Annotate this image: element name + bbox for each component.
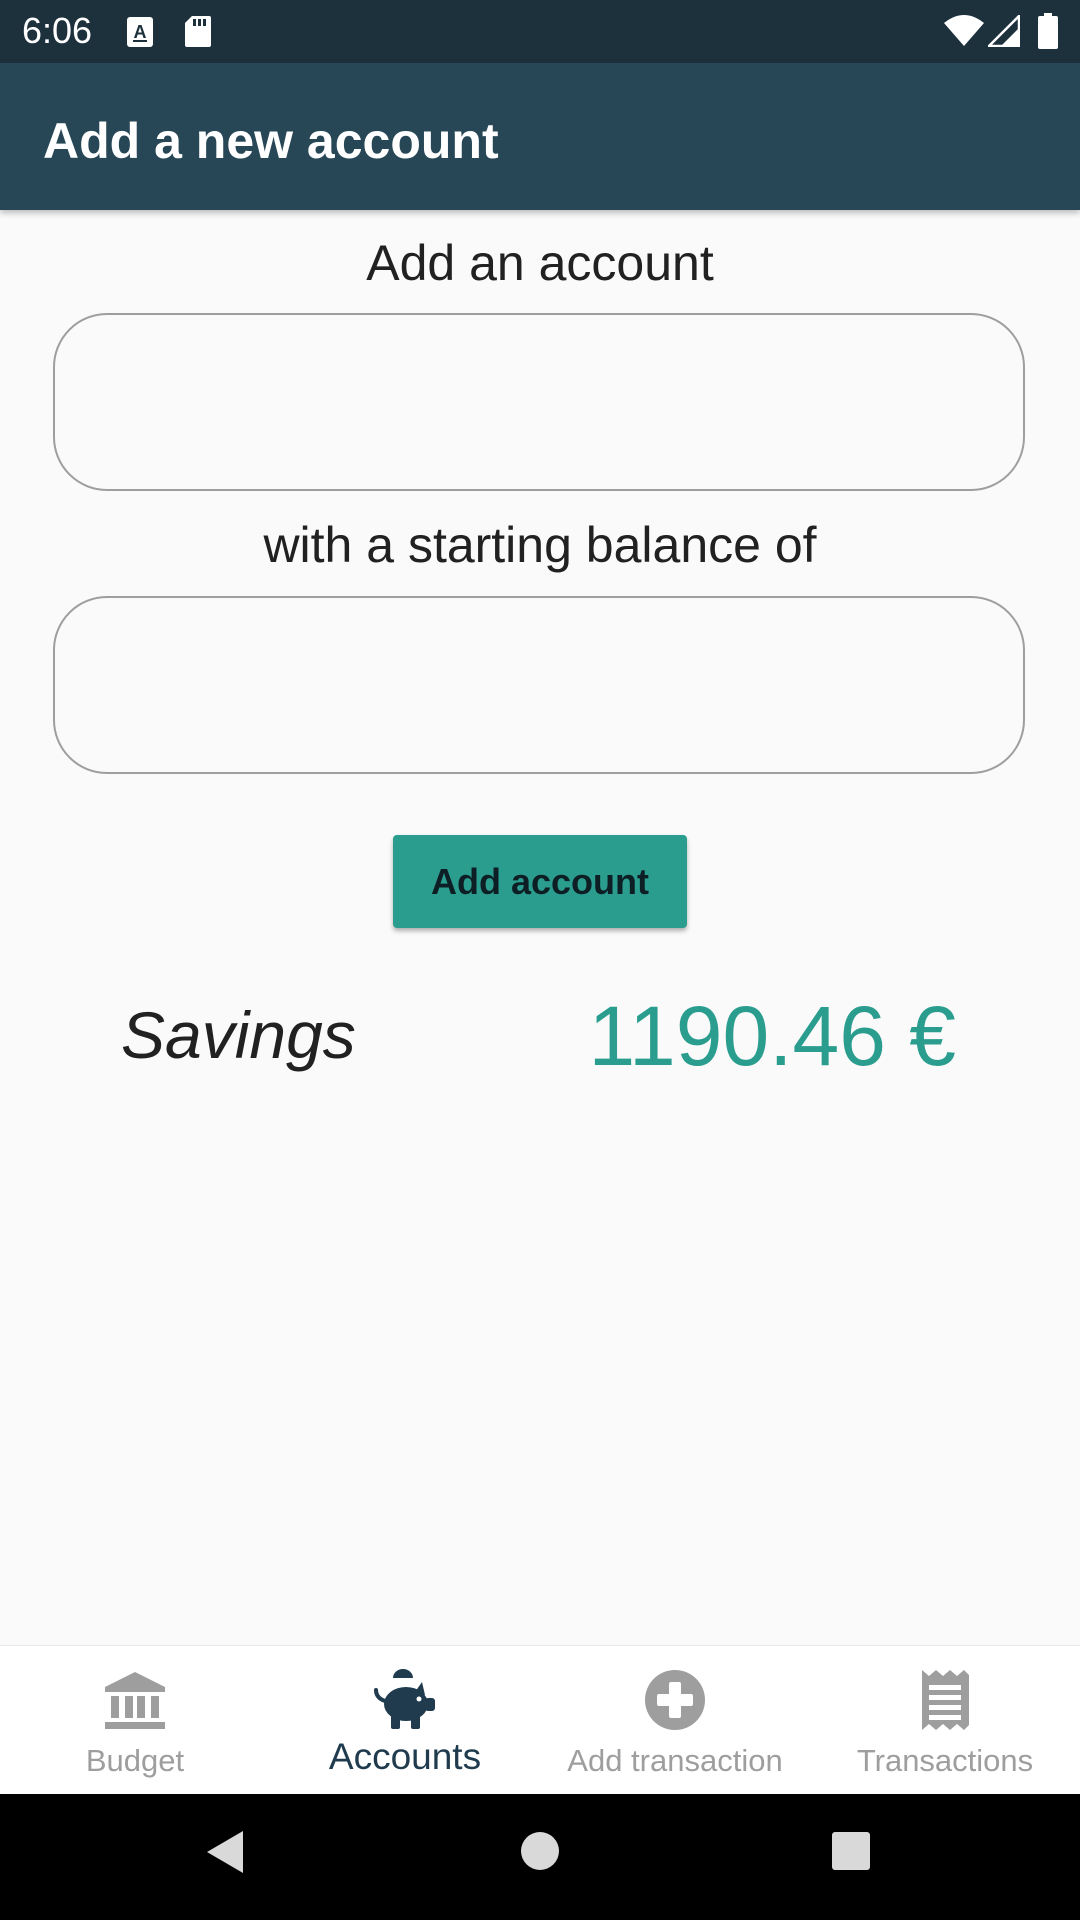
- nav-label-add-transaction: Add transaction: [567, 1743, 783, 1778]
- add-circle-icon: [645, 1670, 705, 1730]
- starting-balance-field[interactable]: [53, 596, 1025, 774]
- sd-card-icon: [185, 16, 211, 47]
- system-navigation-bar: [0, 1794, 1080, 1920]
- starting-balance-label: with a starting balance of: [263, 517, 817, 573]
- status-time: 6:06: [22, 10, 93, 51]
- add-account-button[interactable]: Add account: [393, 835, 687, 928]
- account-name-input[interactable]: [95, 315, 989, 491]
- home-icon[interactable]: [520, 1831, 560, 1871]
- receipt-icon: [922, 1670, 969, 1730]
- a-notification-icon: A: [127, 17, 153, 47]
- nav-label-budget: Budget: [85, 1743, 185, 1778]
- cellular-signal-icon: [988, 15, 1020, 47]
- page-title: Add a new account: [43, 113, 499, 169]
- app-bar: Add a new account: [0, 63, 1080, 210]
- nav-item-budget[interactable]: Budget: [0, 1646, 270, 1795]
- wifi-icon: [944, 15, 984, 46]
- status-bar: 6:06 A: [0, 0, 1080, 63]
- account-balance: 1190.46 €: [588, 989, 956, 1083]
- account-name-label: Add an account: [366, 235, 714, 291]
- nav-item-add-transaction[interactable]: Add transaction: [540, 1646, 810, 1795]
- battery-icon: [1038, 13, 1058, 49]
- bottom-navigation: Budget Accounts Add transaction Transact…: [0, 1645, 1080, 1795]
- nav-item-accounts[interactable]: Accounts: [270, 1646, 540, 1795]
- starting-balance-input[interactable]: [95, 598, 989, 774]
- nav-label-transactions: Transactions: [856, 1743, 1034, 1778]
- svg-text:A: A: [134, 22, 147, 42]
- account-name-field[interactable]: [53, 313, 1025, 491]
- bank-icon: [105, 1672, 165, 1729]
- nav-item-transactions[interactable]: Transactions: [810, 1646, 1080, 1795]
- nav-label-accounts: Accounts: [328, 1736, 482, 1777]
- account-name: Savings: [121, 998, 356, 1072]
- recents-icon[interactable]: [831, 1831, 871, 1871]
- back-icon[interactable]: [205, 1829, 245, 1875]
- piggy-bank-icon: [374, 1669, 435, 1729]
